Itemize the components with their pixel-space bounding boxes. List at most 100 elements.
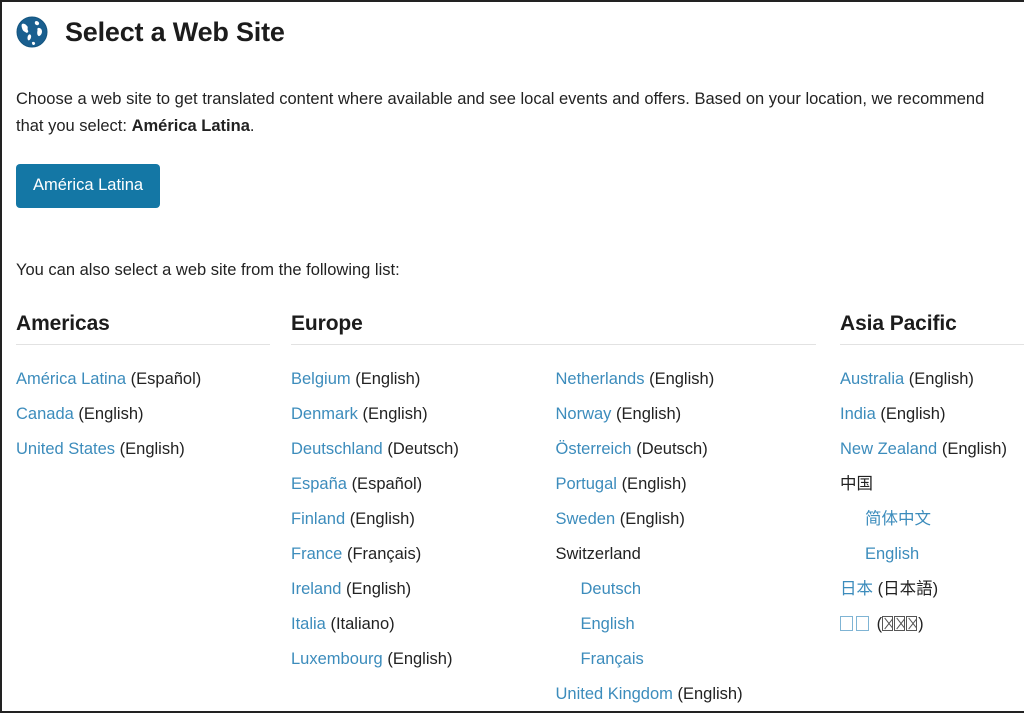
site-link[interactable]: Canada: [16, 405, 74, 423]
list-item: English: [556, 607, 821, 642]
list-item: Français: [556, 642, 821, 677]
missing-glyph-box: [906, 615, 918, 631]
site-link-missing-glyphs[interactable]: [840, 615, 872, 633]
page-header: Select a Web Site: [16, 10, 1024, 54]
list-item: France (Français): [291, 537, 556, 572]
site-link[interactable]: Norway: [556, 405, 612, 423]
region-americas-columns: América Latina (Español) Canada (English…: [16, 362, 271, 467]
site-language: (English): [119, 439, 185, 458]
site-link[interactable]: Portugal: [556, 475, 617, 493]
intro-text-after: .: [249, 117, 255, 135]
region-asia-pacific: Asia Pacific Australia (English) India (…: [840, 311, 1024, 642]
missing-glyph-box: [840, 615, 853, 631]
site-link[interactable]: Belgium: [291, 370, 351, 388]
site-link[interactable]: 日本: [840, 580, 873, 598]
page-title: Select a Web Site: [65, 16, 285, 47]
site-link[interactable]: France: [291, 545, 342, 563]
list-item: Luxembourg (English): [291, 642, 556, 677]
region-americas-column-1: América Latina (Español) Canada (English…: [16, 362, 271, 467]
site-link[interactable]: Italia: [291, 615, 326, 633]
site-link[interactable]: Ireland: [291, 580, 341, 598]
site-link[interactable]: Deutsch: [581, 580, 642, 598]
list-lead-text: You can also select a web site from the …: [16, 260, 400, 279]
list-item: Ireland (English): [291, 572, 556, 607]
site-link[interactable]: English: [865, 545, 919, 563]
list-item: Sweden (English): [556, 502, 821, 537]
site-language: (日本語): [877, 579, 939, 598]
site-language: (Deutsch): [387, 439, 459, 458]
list-item: 日本 (日本語): [840, 572, 1024, 607]
list-item: Deutschland (Deutsch): [291, 432, 556, 467]
site-link[interactable]: Sweden: [556, 510, 616, 528]
site-language: (English): [677, 684, 743, 703]
site-link[interactable]: New Zealand: [840, 440, 937, 458]
site-link[interactable]: Denmark: [291, 405, 358, 423]
region-asia-column-1: Australia (English) India (English) New …: [840, 362, 1024, 642]
list-item: United Kingdom (English): [556, 677, 821, 712]
site-language: (English): [880, 404, 946, 423]
list-item: India (English): [840, 397, 1024, 432]
region-columns: Americas América Latina (Español) Canada…: [16, 311, 1024, 712]
globe-icon: [16, 16, 48, 48]
region-rule-americas: [16, 343, 270, 345]
cta-container: América Latina: [16, 164, 1024, 208]
site-language: (Français): [346, 544, 422, 563]
site-language: (English): [621, 474, 687, 493]
list-item: United States (English): [16, 432, 271, 467]
list-item: English: [840, 537, 1024, 572]
list-item: Deutsch: [556, 572, 821, 607]
site-link[interactable]: English: [581, 615, 635, 633]
list-item: 简体中文: [840, 502, 1024, 537]
list-item: New Zealand (English): [840, 432, 1024, 467]
region-europe-columns: Belgium (English) Denmark (English) Deut…: [291, 362, 820, 712]
site-language: (English): [362, 404, 428, 423]
site-link[interactable]: Finland: [291, 510, 345, 528]
list-item: Netherlands (English): [556, 362, 821, 397]
list-item: Canada (English): [16, 397, 271, 432]
site-language: (English): [78, 404, 144, 423]
region-europe-column-2: Netherlands (English) Norway (English) Ö…: [556, 362, 821, 712]
country-group-label: Switzerland: [555, 544, 641, 563]
site-link[interactable]: United Kingdom: [556, 685, 673, 703]
site-language: (English): [941, 439, 1007, 458]
list-item: Österreich (Deutsch): [556, 432, 821, 467]
list-item: Denmark (English): [291, 397, 556, 432]
list-item: Switzerland: [556, 537, 821, 572]
region-asia-columns: Australia (English) India (English) New …: [840, 362, 1024, 642]
site-link[interactable]: Österreich: [556, 440, 632, 458]
site-language: (English): [346, 579, 412, 598]
region-rule-europe: [291, 343, 816, 345]
site-link[interactable]: Australia: [840, 370, 904, 388]
select-web-site-page: Select a Web Site Choose a web site to g…: [0, 0, 1024, 713]
site-language: (Español): [130, 369, 202, 388]
site-language: (English): [349, 509, 415, 528]
list-item: España (Español): [291, 467, 556, 502]
region-title-asia-pacific: Asia Pacific: [840, 311, 957, 335]
list-item: Portugal (English): [556, 467, 821, 502]
site-language: (English): [649, 369, 715, 388]
site-link[interactable]: Deutschland: [291, 440, 383, 458]
site-link[interactable]: 简体中文: [865, 510, 931, 528]
site-link[interactable]: Français: [581, 650, 644, 668]
missing-glyph-box: [856, 615, 869, 631]
site-link[interactable]: Luxembourg: [291, 650, 383, 668]
site-link[interactable]: United States: [16, 440, 115, 458]
site-language: (English): [619, 509, 685, 528]
intro-paragraph: Choose a web site to get translated cont…: [16, 86, 991, 140]
site-language: (English): [387, 649, 453, 668]
site-language: (English): [908, 369, 974, 388]
region-title-americas: Americas: [16, 311, 110, 335]
site-link[interactable]: América Latina: [16, 370, 126, 388]
region-americas: Americas América Latina (Español) Canada…: [16, 311, 291, 467]
site-language-missing-glyphs: (): [876, 614, 924, 633]
site-language: (Deutsch): [636, 439, 708, 458]
select-america-latina-button[interactable]: América Latina: [16, 164, 161, 208]
list-item: Norway (English): [556, 397, 821, 432]
site-language: (English): [355, 369, 421, 388]
site-link[interactable]: India: [840, 405, 876, 423]
missing-glyph-box: [894, 615, 906, 631]
site-link[interactable]: Netherlands: [556, 370, 645, 388]
country-group-label: 中国: [840, 474, 873, 493]
site-language: (Italiano): [330, 614, 395, 633]
site-link[interactable]: España: [291, 475, 347, 493]
